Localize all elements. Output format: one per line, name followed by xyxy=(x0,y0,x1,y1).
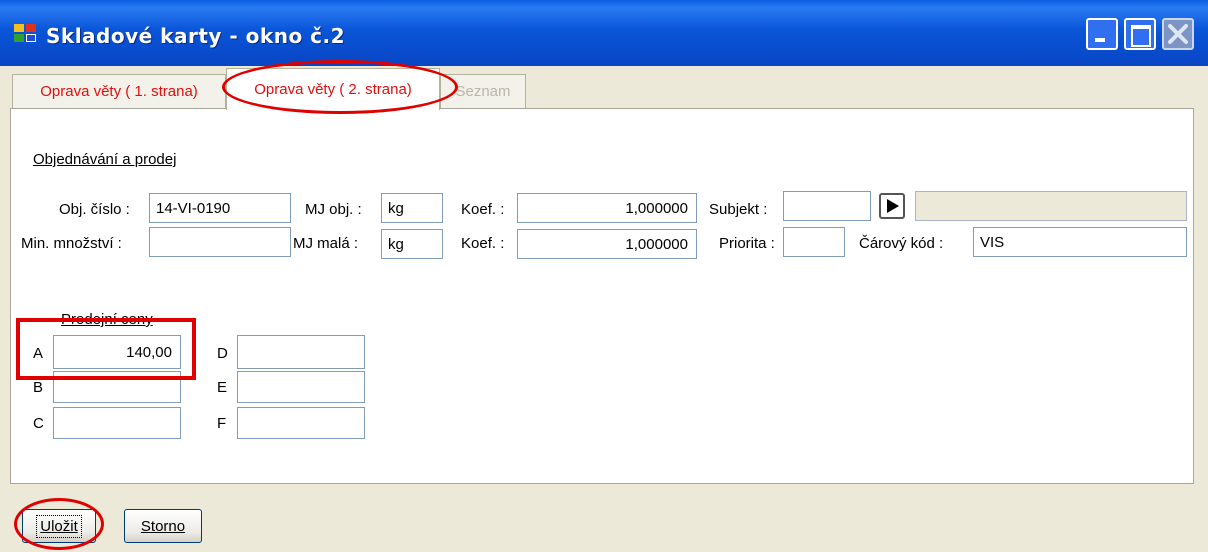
min-mnozstvi-field[interactable] xyxy=(149,227,291,257)
price-a-label: A xyxy=(33,345,44,362)
carovy-kod-field[interactable]: VIS xyxy=(973,227,1187,257)
minimize-button[interactable] xyxy=(1086,18,1118,50)
price-d-label: D xyxy=(217,345,228,362)
koef-obj-field[interactable]: 1,000000 xyxy=(517,193,697,223)
obj-cislo-label: Obj. číslo : xyxy=(59,201,130,218)
koef-obj-label: Koef. : xyxy=(461,201,505,218)
play-arrow-icon xyxy=(887,199,899,213)
tab-page-1[interactable]: Oprava věty ( 1. strana) xyxy=(12,74,226,108)
save-button-label: Uložit xyxy=(36,514,82,538)
obj-cislo-field[interactable]: 14-VI-0190 xyxy=(149,193,291,223)
subjekt-name-field xyxy=(915,191,1187,221)
koef-mala-field[interactable]: 1,000000 xyxy=(517,229,697,259)
tab-list[interactable]: Seznam xyxy=(440,74,526,108)
price-b-label: B xyxy=(33,379,44,396)
min-mnozstvi-label: Min. množství : xyxy=(21,235,122,252)
price-d-field[interactable] xyxy=(237,335,365,369)
cancel-button[interactable]: Storno xyxy=(124,509,202,543)
mj-obj-field[interactable]: kg xyxy=(381,193,443,223)
close-button[interactable] xyxy=(1162,18,1194,50)
mj-obj-label: MJ obj. : xyxy=(305,201,362,218)
app-grid-icon xyxy=(14,24,38,44)
save-button[interactable]: Uložit xyxy=(22,509,96,543)
price-f-label: F xyxy=(217,415,227,432)
priorita-label: Priorita : xyxy=(719,235,775,252)
cancel-button-label: Storno xyxy=(140,517,186,535)
close-icon xyxy=(1168,24,1188,44)
window: Skladové karty - okno č.2 Oprava věty ( … xyxy=(0,0,1208,552)
window-title: Skladové karty - okno č.2 xyxy=(46,24,346,48)
section-title: Objednávání a prodej xyxy=(33,151,177,168)
maximize-button[interactable] xyxy=(1124,18,1156,50)
mj-mala-field[interactable]: kg xyxy=(381,229,443,259)
tab-panel: Objednávání a prodej Obj. číslo : 14-VI-… xyxy=(10,108,1194,484)
subjekt-label: Subjekt : xyxy=(709,201,768,218)
subjekt-lookup-button[interactable] xyxy=(879,193,905,219)
priorita-field[interactable] xyxy=(783,227,845,257)
price-f-field[interactable] xyxy=(237,407,365,439)
koef-mala-label: Koef. : xyxy=(461,235,505,252)
tab-page-2[interactable]: Oprava věty ( 2. strana) xyxy=(226,68,440,110)
mj-mala-label: MJ malá : xyxy=(293,235,359,252)
price-a-field[interactable]: 140,00 xyxy=(53,335,181,369)
prices-title: Prodejní ceny xyxy=(61,311,153,328)
title-bar[interactable]: Skladové karty - okno č.2 xyxy=(0,0,1208,66)
price-c-field[interactable] xyxy=(53,407,181,439)
price-e-field[interactable] xyxy=(237,371,365,403)
price-b-field[interactable] xyxy=(53,371,181,403)
carovy-kod-label: Čárový kód : xyxy=(859,235,944,252)
price-e-label: E xyxy=(217,379,228,396)
subjekt-field[interactable] xyxy=(783,191,871,221)
price-c-label: C xyxy=(33,415,44,432)
